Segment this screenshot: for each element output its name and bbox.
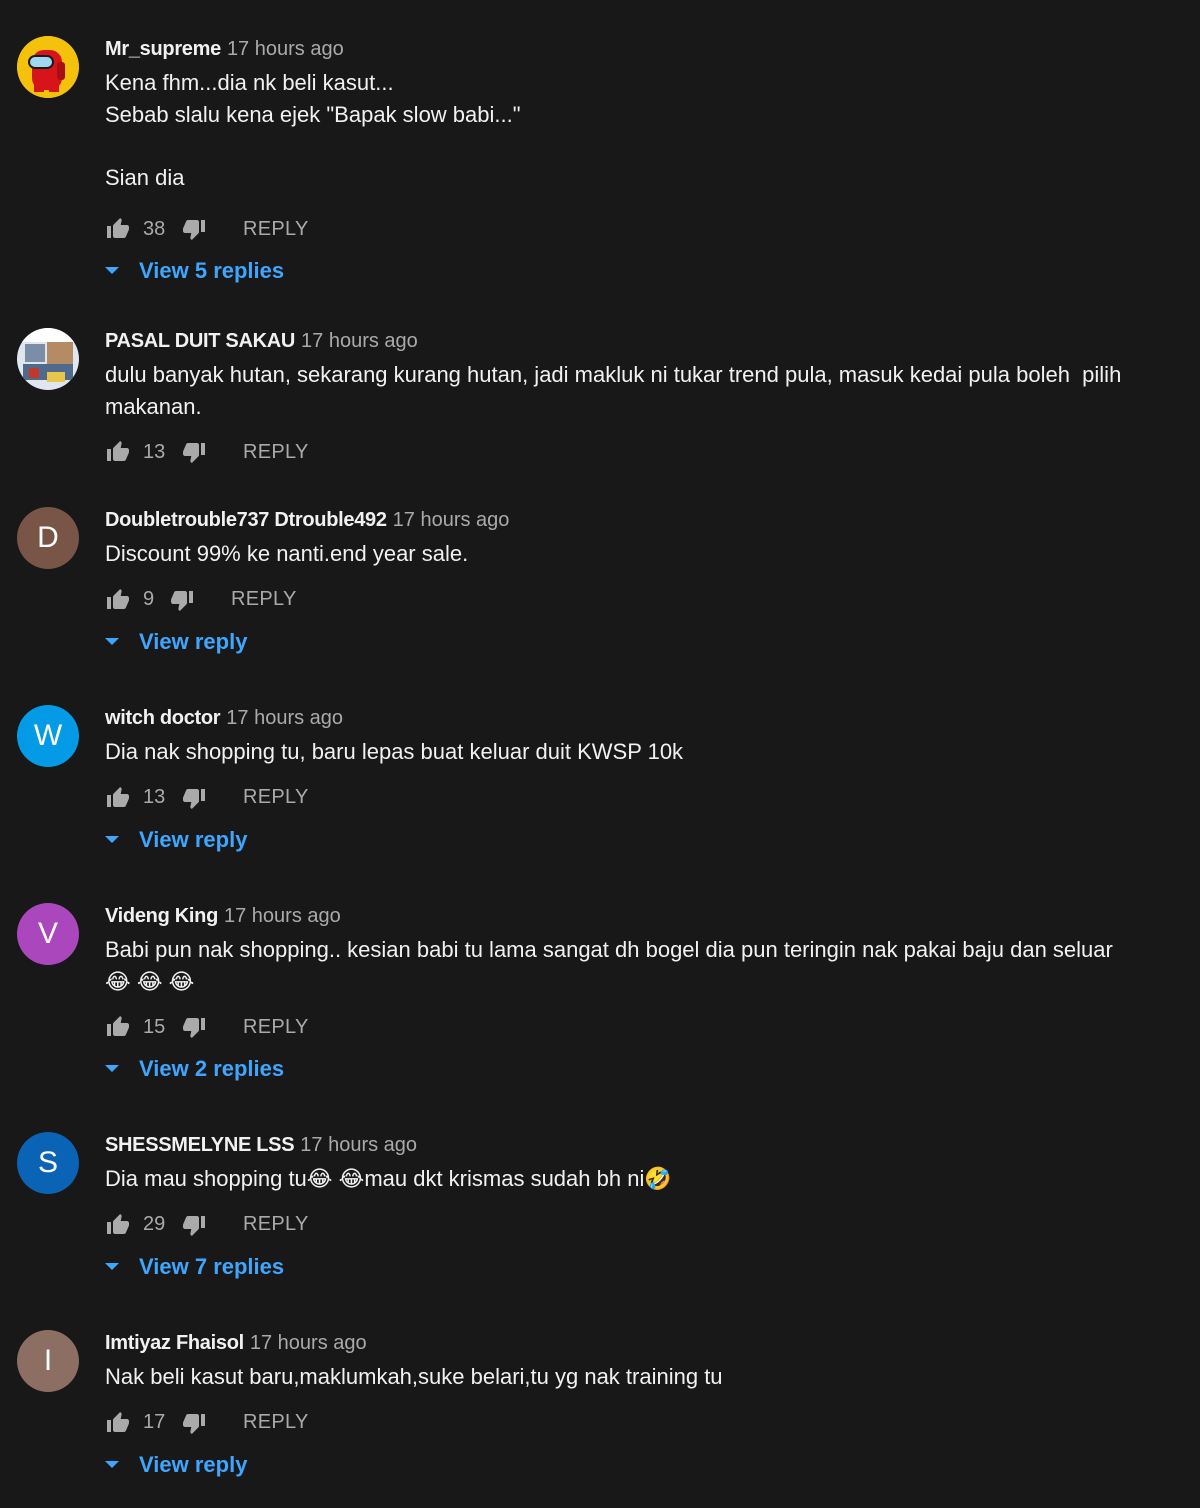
like-icon[interactable] [105,1410,131,1436]
avatar[interactable] [17,36,79,98]
view-replies-button[interactable]: View reply [105,622,1140,662]
comment-text: Discount 99% ke nanti.end year sale. [105,541,469,566]
avatar-letter: W [33,719,63,752]
reply-button[interactable]: REPLY [243,218,309,241]
like-icon[interactable] [105,1212,131,1238]
reply-button[interactable]: REPLY [243,786,309,809]
reply-button[interactable]: REPLY [243,441,309,464]
comment-timestamp[interactable]: 17 hours ago [301,330,418,352]
like-icon[interactable] [105,439,131,465]
dislike-icon[interactable] [169,587,195,613]
caret-down-icon [105,1460,119,1469]
avatar[interactable]: D [17,507,79,569]
caret-down-icon [105,835,119,844]
view-replies-label: View 2 replies [139,1056,285,1081]
avatar[interactable] [17,328,79,390]
comment-text: dulu banyak hutan, sekarang kurang hutan… [105,362,1128,419]
like-icon[interactable] [105,216,131,242]
comment-author[interactable]: Mr_supreme [105,38,221,60]
comment-timestamp[interactable]: 17 hours ago [250,1332,367,1354]
avatar-letter: V [37,917,58,950]
avatar[interactable]: S [17,1132,79,1194]
comment-text: Babi pun nak shopping.. kesian babi tu l… [105,937,1119,994]
comment-timestamp[interactable]: 17 hours ago [226,707,343,729]
like-count: 13 [143,786,166,808]
like-count: 9 [143,588,155,610]
caret-down-icon [105,1262,119,1271]
comment-text: Kena fhm...dia nk beli kasut... Sebab sl… [105,70,521,190]
comment-timestamp[interactable]: 17 hours ago [393,509,510,531]
comment-timestamp[interactable]: 17 hours ago [224,905,341,927]
comment-timestamp[interactable]: 17 hours ago [300,1134,417,1156]
dislike-icon[interactable] [181,216,207,242]
avatar[interactable]: V [17,903,79,965]
comment-author[interactable]: witch doctor [105,707,221,729]
comment-author[interactable]: PASAL DUIT SAKAU [105,330,295,352]
like-count: 29 [143,1213,166,1235]
like-icon[interactable] [105,1014,131,1040]
like-icon[interactable] [105,785,131,811]
dislike-icon[interactable] [181,1212,207,1238]
comment-text: Dia nak shopping tu, baru lepas buat kel… [105,739,684,764]
view-replies-button[interactable]: View 2 replies [105,1049,1140,1089]
avatar[interactable]: W [17,705,79,767]
like-count: 15 [143,1015,166,1038]
comment-author[interactable]: Videng King [105,905,218,927]
dislike-icon[interactable] [181,439,207,465]
avatar-letter: D [37,521,59,554]
reply-button[interactable]: REPLY [243,1016,309,1039]
among-us-character-icon [17,36,79,98]
comment-author[interactable]: Doubletrouble737 Dtrouble492 [105,509,387,531]
dislike-icon[interactable] [181,1410,207,1436]
comment-text: Nak beli kasut baru,maklumkah,suke belar… [105,1364,723,1389]
avatar-letter: I [43,1344,53,1377]
avatar-letter: S [37,1146,58,1179]
view-replies-label: View reply [139,1451,248,1477]
view-replies-label: View reply [139,826,248,852]
like-count: 17 [143,1411,166,1433]
reply-button[interactable]: REPLY [243,1213,309,1236]
caret-down-icon [105,1065,119,1073]
view-replies-label: View reply [139,628,248,654]
channel-photo-icon [17,328,79,390]
view-replies-button[interactable]: View 7 replies [105,1247,1140,1287]
dislike-icon[interactable] [181,785,207,811]
comment-timestamp[interactable]: 17 hours ago [227,38,344,60]
comment-author[interactable]: Imtiyaz Fhaisol [105,1332,244,1354]
comment-author[interactable]: SHESSMELYNE LSS [105,1134,295,1156]
view-replies-label: View 7 replies [139,1253,285,1279]
comment-text: Dia mau shopping tu😂 😂mau dkt krismas su… [105,1166,672,1191]
reply-button[interactable]: REPLY [231,588,297,611]
like-count: 13 [143,440,166,463]
reply-button[interactable]: REPLY [243,1411,309,1434]
avatar[interactable]: I [17,1330,79,1392]
caret-down-icon [105,267,119,275]
dislike-icon[interactable] [181,1014,207,1040]
view-replies-button[interactable]: View reply [105,820,1140,860]
view-replies-label: View 5 replies [139,258,285,283]
like-icon[interactable] [105,587,131,613]
view-replies-button[interactable]: View 5 replies [105,251,1140,291]
like-count: 38 [143,217,166,240]
view-replies-button[interactable]: View reply [105,1445,1140,1485]
caret-down-icon [105,637,119,646]
